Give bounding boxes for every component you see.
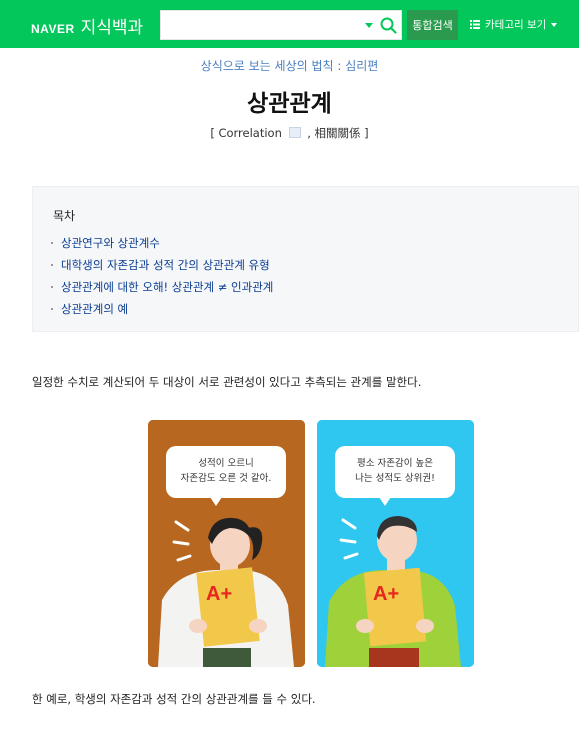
search-icon[interactable] (380, 17, 397, 34)
bullet-icon (51, 264, 53, 266)
toc-item[interactable]: 상관관계의 예 (51, 298, 273, 320)
subtitle-english: [ Correlation (210, 126, 282, 140)
toc-item-label[interactable]: 상관관계의 예 (61, 298, 128, 320)
speech-line: 자존감도 오른 것 같아. (180, 473, 272, 484)
illustration-panel-right: A+ 평소 자존감이 높은 나는 성적도 상위권! (317, 420, 474, 667)
toc-item[interactable]: 대학생의 자존감과 성적 간의 상관관계 유형 (51, 254, 273, 276)
speech-bubble-left: 성적이 오르니 자존감도 오른 것 같아. (166, 446, 286, 498)
service-title[interactable]: 지식백과 (81, 13, 144, 38)
bullet-icon (51, 286, 53, 288)
page-title: 상관관계 (247, 91, 332, 117)
illustration-panel-left: A+ 성적이 오르니 자존감도 오른 것 같아. (148, 420, 305, 667)
speech-line: 평소 자존감이 높은 (357, 458, 433, 469)
toc-item[interactable]: 상관연구와 상관계수 (51, 232, 273, 254)
toc-list: 상관연구와 상관계수 대학생의 자존감과 성적 간의 상관관계 유형 상관관계에… (51, 232, 273, 320)
speech-line: 나는 성적도 상위권! (355, 473, 435, 484)
speech-line: 성적이 오르니 (198, 458, 254, 469)
subtitle: [ Correlation , 相關關係 ] (0, 125, 579, 141)
toc-title: 목차 (53, 209, 76, 223)
breadcrumb-label[interactable]: 상식으로 보는 세상의 법칙 : 심리편 (201, 59, 379, 73)
naver-logo[interactable]: NAVER 지식백과 (31, 13, 143, 38)
example-paragraph: 한 예로, 학생의 자존감과 성적 간의 상관관계를 들 수 있다. (32, 692, 316, 706)
integrated-search-button[interactable]: 통합검색 (407, 10, 458, 40)
toc-item[interactable]: 상관관계에 대한 오해! 상관관계 ≠ 인과관계 (51, 276, 273, 298)
top-navigation-bar: NAVER 지식백과 통합검색 카테고리 보기 (0, 0, 579, 48)
speech-bubble-tail (377, 494, 393, 506)
bullet-icon (51, 308, 53, 310)
naver-brand[interactable]: NAVER (31, 22, 75, 36)
breadcrumb[interactable]: 상식으로 보는 세상의 법칙 : 심리편 (0, 57, 579, 74)
definition-paragraph: 일정한 수치로 계산되어 두 대상이 서로 관련성이 있다고 추측되는 관계를 … (32, 375, 422, 389)
subtitle-hanja: , 相關關係 ] (307, 126, 369, 140)
dropdown-arrow-icon[interactable] (365, 23, 373, 28)
category-view-button[interactable]: 카테고리 보기 (470, 17, 558, 32)
table-of-contents: 목차 상관연구와 상관계수 대학생의 자존감과 성적 간의 상관관계 유형 상관… (32, 186, 579, 332)
toc-item-label[interactable]: 상관연구와 상관계수 (61, 232, 160, 254)
search-input[interactable] (167, 15, 357, 35)
toc-item-label[interactable]: 상관관계에 대한 오해! 상관관계 ≠ 인과관계 (61, 276, 273, 298)
category-button-label: 카테고리 보기 (485, 19, 547, 31)
caret-down-icon (551, 22, 558, 27)
toc-item-label[interactable]: 대학생의 자존감과 성적 간의 상관관계 유형 (61, 254, 270, 276)
speech-bubble-tail (208, 494, 224, 506)
list-icon (470, 20, 480, 29)
grade-text: A+ (373, 583, 399, 605)
illustration[interactable]: A+ 성적이 오르니 자존감도 오른 것 같아. A+ 평소 자존감이 높은 나… (148, 420, 474, 667)
grade-text: A+ (206, 583, 232, 605)
speaker-icon[interactable] (288, 127, 301, 138)
search-box (160, 10, 402, 40)
speech-bubble-right: 평소 자존감이 높은 나는 성적도 상위권! (335, 446, 455, 498)
bullet-icon (51, 242, 53, 244)
